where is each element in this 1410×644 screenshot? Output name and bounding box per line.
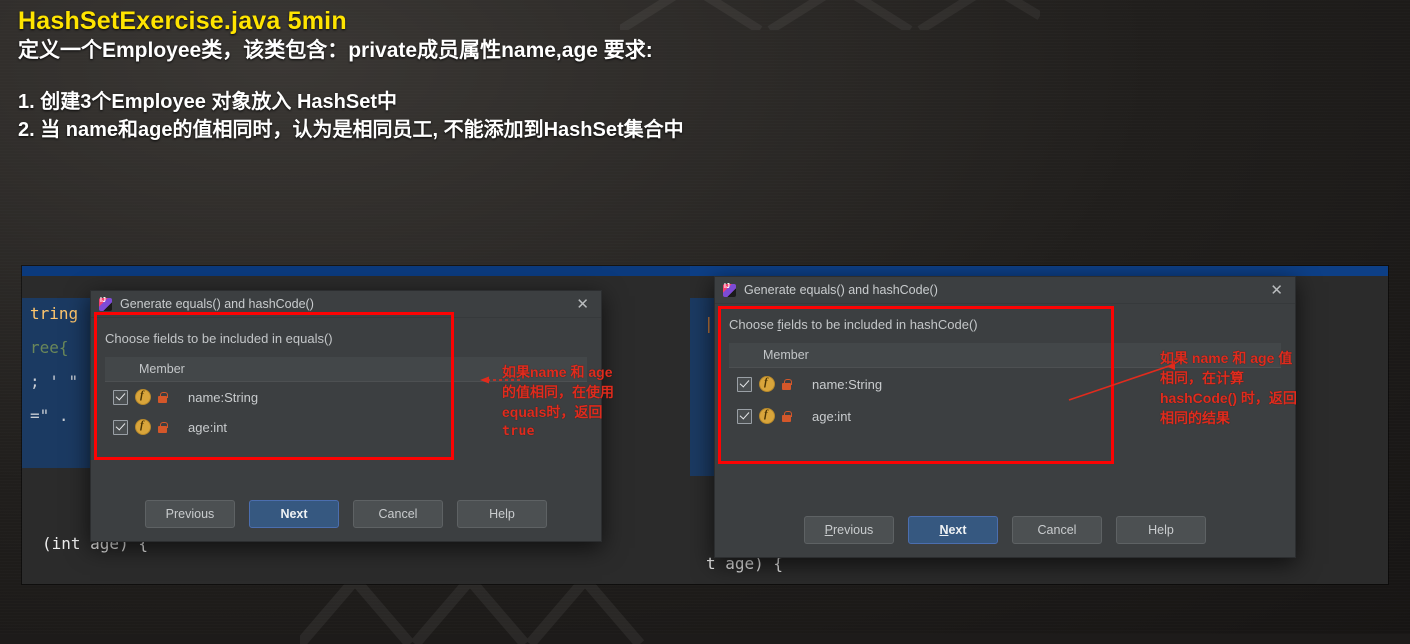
requirement-item-1: 1. 创建3个Employee 对象放入 HashSet中 (18, 91, 397, 113)
row-checkbox[interactable] (113, 389, 128, 405)
page-subtitle: 定义一个Employee类，该类包含：private成员属性name,age 要… (18, 39, 653, 62)
intellij-idea-icon (99, 297, 112, 311)
member-label: name:String (812, 376, 883, 392)
code-line-1: tring (30, 304, 79, 323)
field-icon (759, 376, 775, 392)
dialog-prompt: Choose fields to be included in hashCode… (729, 317, 978, 332)
right-annotation: 如果 name 和 age 值 相同，在计算 hashCode() 时，返回 相… (1160, 348, 1400, 428)
private-lock-icon (782, 410, 792, 422)
close-icon[interactable]: ✕ (1266, 283, 1287, 298)
slide-header: HashSetExercise.java 5min 定义一个Employee类，… (18, 6, 1398, 144)
code-line-3: ; ' " (30, 372, 79, 391)
next-button[interactable]: Next (908, 516, 998, 544)
private-lock-icon (158, 391, 168, 403)
left-annotation-line-4: true (502, 424, 535, 439)
dialog-titlebar: Generate equals() and hashCode() ✕ (715, 277, 1295, 304)
right-annotation-line-3: hashCode() 时，返回 (1160, 390, 1297, 406)
dialog-button-bar: Previous Next Cancel Help (715, 503, 1295, 557)
left-window-titlebar (22, 266, 690, 276)
private-lock-icon (782, 378, 792, 390)
right-annotation-line-2: 相同，在计算 (1160, 370, 1244, 386)
cancel-button[interactable]: Cancel (1012, 516, 1102, 544)
button-mnemonic: P (824, 523, 834, 537)
row-checkbox[interactable] (113, 419, 128, 435)
dialog-prompt: Choose fields to be included in equals() (105, 331, 333, 346)
private-lock-icon (158, 421, 168, 433)
right-annotation-line-1: 如果 name 和 age 值 (1160, 350, 1293, 366)
requirement-item-2: 2. 当 name和age的值相同时，认为是相同员工, 不能添加到HashSet… (18, 119, 684, 141)
member-label: age:int (188, 419, 228, 435)
member-label: age:int (812, 408, 852, 424)
help-button[interactable]: Help (457, 500, 547, 528)
member-label: name:String (188, 389, 259, 405)
dialog-titlebar: Generate equals() and hashCode() ✕ (91, 291, 601, 318)
help-button[interactable]: Help (1116, 516, 1206, 544)
row-checkbox[interactable] (737, 376, 752, 392)
left-annotation-line-2: 的值相同，在使用 (502, 384, 614, 400)
dialog-title: Generate equals() and hashCode() (120, 297, 314, 311)
next-button[interactable]: Next (249, 500, 339, 528)
right-window-titlebar (690, 266, 1388, 276)
field-icon (759, 408, 775, 424)
intellij-idea-icon (723, 283, 736, 297)
left-annotation-line-1: 如果name 和 age (502, 364, 613, 380)
right-annotation-line-4: 相同的结果 (1160, 410, 1230, 426)
previous-button[interactable]: Previous (804, 516, 894, 544)
row-checkbox[interactable] (737, 408, 752, 424)
left-annotation: 如果name 和 age 的值相同，在使用 equals时，返回 true (502, 362, 652, 442)
left-annotation-line-3: equals时，返回 (502, 404, 603, 420)
field-icon (135, 419, 151, 435)
code-line-2: ree{ (30, 338, 69, 357)
previous-button[interactable]: Previous (145, 500, 235, 528)
cancel-button[interactable]: Cancel (353, 500, 443, 528)
dialog-title: Generate equals() and hashCode() (744, 283, 938, 297)
slide-background: HashSetExercise.java 5min 定义一个Employee类，… (0, 0, 1410, 644)
field-icon (135, 389, 151, 405)
button-mnemonic: N (939, 523, 949, 537)
page-title: HashSetExercise.java 5min (18, 7, 347, 35)
right-annotation-arrow (1068, 360, 1175, 401)
close-icon[interactable]: ✕ (572, 297, 593, 312)
code-line-4: =" . (30, 406, 69, 425)
dialog-button-bar: Previous Next Cancel Help (91, 487, 601, 541)
